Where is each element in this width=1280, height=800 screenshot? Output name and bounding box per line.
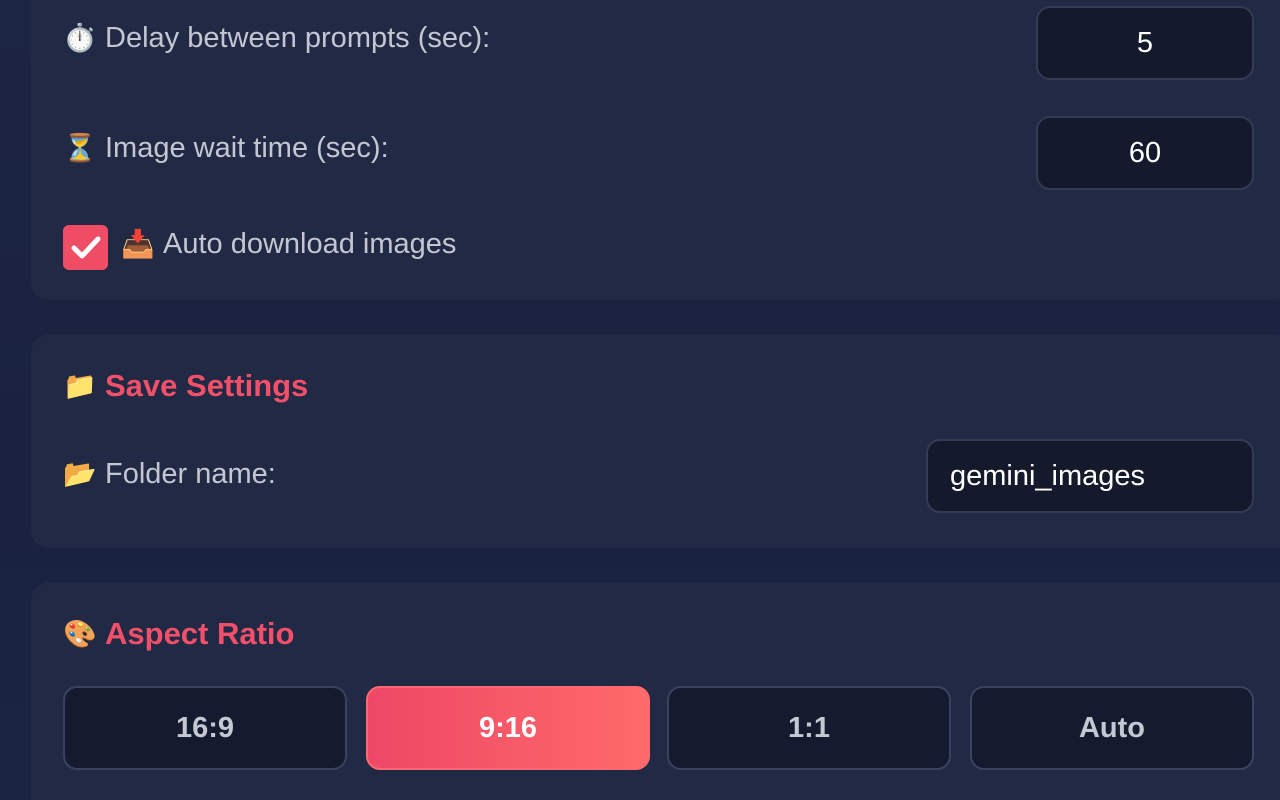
wait-label-row: ⏳ Image wait time (sec):: [63, 132, 389, 165]
delay-label-row: ⏱️ Delay between prompts (sec):: [63, 22, 490, 55]
save-settings-title-row: 📁 Save Settings: [63, 368, 308, 404]
ratio-1-1-button[interactable]: 1:1: [667, 686, 951, 770]
timing-settings-card: ⏱️ Delay between prompts (sec): ⏳ Image …: [31, 0, 1280, 300]
hourglass-icon: ⏳: [63, 133, 97, 163]
stopwatch-icon: ⏱️: [63, 23, 97, 53]
folder-icon: 📁: [63, 370, 97, 401]
open-folder-icon: 📂: [63, 459, 97, 489]
aspect-ratio-title-row: 🎨 Aspect Ratio: [63, 616, 294, 652]
auto-download-label: Auto download images: [163, 228, 457, 260]
delay-label: Delay between prompts (sec):: [105, 22, 491, 54]
folder-label-row: 📂 Folder name:: [63, 458, 276, 491]
ratio-auto-button[interactable]: Auto: [970, 686, 1254, 770]
aspect-ratio-card: 🎨 Aspect Ratio 16:9 9:16 1:1 Auto: [31, 582, 1280, 800]
delay-input[interactable]: [1036, 6, 1254, 80]
folder-name-label: Folder name:: [105, 458, 276, 490]
auto-download-checkbox[interactable]: [63, 225, 108, 270]
folder-name-input[interactable]: [926, 439, 1254, 513]
aspect-ratio-title: Aspect Ratio: [105, 616, 295, 651]
palette-icon: 🎨: [63, 618, 97, 649]
inbox-tray-icon: 📥: [121, 229, 155, 259]
save-settings-card: 📁 Save Settings 📂 Folder name:: [31, 334, 1280, 548]
ratio-9-16-button[interactable]: 9:16: [366, 686, 650, 770]
settings-page: ⏱️ Delay between prompts (sec): ⏳ Image …: [0, 0, 1280, 800]
save-settings-title: Save Settings: [105, 368, 309, 403]
auto-download-label-row: 📥 Auto download images: [121, 228, 456, 261]
ratio-16-9-button[interactable]: 16:9: [63, 686, 347, 770]
wait-time-input[interactable]: [1036, 116, 1254, 190]
wait-time-label: Image wait time (sec):: [105, 132, 389, 164]
checkmark-icon: [71, 236, 100, 258]
